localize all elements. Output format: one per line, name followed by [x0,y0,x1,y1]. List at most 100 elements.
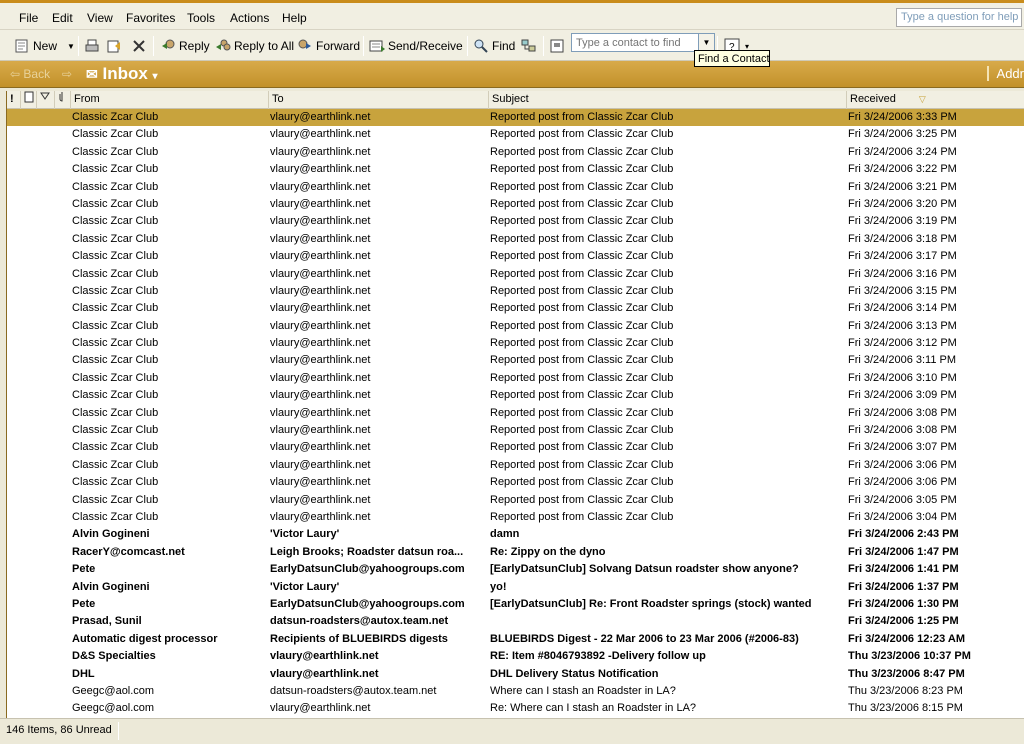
menu-tools[interactable]: Tools [187,11,215,25]
message-row[interactable]: DHL vlaury@earthlink.net DHL Delivery Stat… [7,666,1024,683]
message-row[interactable]: Classic Zcar Club vlaury@earthlink.net Rep… [7,439,1024,456]
message-subject: DHL Delivery Status Notification [490,667,659,680]
message-row[interactable]: Classic Zcar Club vlaury@earthlink.net Rep… [7,179,1024,196]
reply-all-label: Reply to All [234,39,295,53]
message-received: Fri 3/24/2006 3:13 PM [848,319,957,332]
received-column-header[interactable]: Received ▽ [847,91,1024,109]
message-row[interactable]: Prasad, Sunil datsun-roadsters@autox.team… [7,613,1024,630]
reply-button[interactable]: Reply [160,35,210,57]
icon-column-header[interactable] [21,91,37,109]
message-row[interactable]: Classic Zcar Club vlaury@earthlink.net Rep… [7,474,1024,491]
message-row[interactable]: Alvin Gogineni 'Victor Laury' yo! Fri 3/24/… [7,579,1024,596]
menu-help[interactable]: Help [282,11,307,25]
message-row[interactable]: Geegc@aol.com datsun-roadsters@autox.team… [7,683,1024,700]
message-row[interactable]: Automatic digest processor Recipients of … [7,631,1024,648]
forward-nav-button[interactable]: ⇨ [62,67,72,81]
message-row[interactable]: Classic Zcar Club vlaury@earthlink.net Rep… [7,300,1024,317]
back-button[interactable]: ⇦ Back [10,67,50,81]
message-row[interactable]: Classic Zcar Club vlaury@earthlink.net Rep… [7,352,1024,369]
importance-column-header[interactable]: ! [7,91,21,109]
forward-button[interactable]: Forward [297,35,360,57]
reply-label: Reply [179,39,210,53]
message-row[interactable]: Classic Zcar Club vlaury@earthlink.net Rep… [7,248,1024,265]
message-from: Geegc@aol.com [72,702,155,715]
message-row[interactable]: Classic Zcar Club vlaury@earthlink.net Rep… [7,266,1024,283]
attachment-column-header[interactable] [55,91,71,109]
message-row[interactable]: Classic Zcar Club vlaury@earthlink.net Rep… [7,161,1024,178]
message-subject: RE: Item #8046793892 -Delivery follow up [490,650,706,663]
message-row[interactable]: RacerY@comcast.net Leigh Brooks; Roadster… [7,544,1024,561]
message-row[interactable]: Classic Zcar Club vlaury@earthlink.net Rep… [7,318,1024,335]
from-column-header[interactable]: From [71,91,269,109]
message-to: vlaury@earthlink.net [270,180,371,193]
message-from: Alvin Gogineni [72,528,150,541]
message-from: Classic Zcar Club [72,371,159,384]
send-receive-icon [369,38,385,54]
send-receive-button[interactable]: Send/Receive [369,35,463,57]
delete-button[interactable] [131,35,150,57]
message-row[interactable]: Classic Zcar Club vlaury@earthlink.net Rep… [7,126,1024,143]
navigation-bar: ⇦ Back ⇨ ✉ Inbox ▾ Addr [0,61,1024,88]
message-row[interactable]: Classic Zcar Club vlaury@earthlink.net Rep… [7,213,1024,230]
message-row[interactable]: Classic Zcar Club vlaury@earthlink.net Rep… [7,283,1024,300]
menu-actions[interactable]: Actions [230,11,269,25]
send-receive-label: Send/Receive [388,39,463,53]
message-row[interactable]: Classic Zcar Club vlaury@earthlink.net Rep… [7,492,1024,509]
message-row[interactable]: Classic Zcar Club vlaury@earthlink.net Rep… [7,196,1024,213]
message-received: Fri 3/24/2006 3:08 PM [848,424,957,437]
message-received: Fri 3/24/2006 3:16 PM [848,267,957,280]
message-received: Fri 3/24/2006 1:47 PM [848,545,959,558]
message-row[interactable]: Pete EarlyDatsunClub@yahoogroups.com [Earl… [7,561,1024,578]
delete-icon [131,38,147,54]
message-row[interactable]: Geegc@aol.com vlaury@earthlink.net Re: Whe… [7,700,1024,717]
message-row[interactable]: Classic Zcar Club vlaury@earthlink.net Rep… [7,422,1024,439]
message-from: Classic Zcar Club [72,284,159,297]
message-row[interactable]: Classic Zcar Club vlaury@earthlink.net Rep… [7,370,1024,387]
message-row[interactable]: Classic Zcar Club vlaury@earthlink.net Rep… [7,335,1024,352]
message-row[interactable]: Classic Zcar Club vlaury@earthlink.net Rep… [7,144,1024,161]
message-row[interactable]: Classic Zcar Club vlaury@earthlink.net Rep… [7,457,1024,474]
message-row[interactable]: Pete EarlyDatsunClub@yahoogroups.com [Earl… [7,596,1024,613]
find-button[interactable]: Find [473,35,515,57]
organize-button[interactable] [521,35,540,57]
message-subject: Reported post from Classic Zcar Club [490,267,674,280]
menu-view[interactable]: View [87,11,113,25]
message-to: vlaury@earthlink.net [270,267,371,280]
chevron-down-icon[interactable]: ▼ [67,42,75,51]
column-header-row: ! From To Subject Received ▽ [7,91,1024,109]
flag-column-header[interactable] [37,91,55,109]
message-row[interactable]: Classic Zcar Club vlaury@earthlink.net Rep… [7,231,1024,248]
message-to: vlaury@earthlink.net [270,197,371,210]
message-row[interactable]: Classic Zcar Club vlaury@earthlink.net Rep… [7,387,1024,404]
message-row[interactable]: Classic Zcar Club vlaury@earthlink.net Rep… [7,405,1024,422]
message-subject: Reported post from Classic Zcar Club [490,510,674,523]
new-button[interactable]: New ▼ [14,35,75,57]
message-received: Fri 3/24/2006 3:24 PM [848,145,957,158]
to-column-header[interactable]: To [269,91,489,109]
address-book-button[interactable] [549,35,568,57]
chevron-down-icon[interactable]: ▼ [698,34,714,51]
reply-all-icon [215,38,231,54]
find-contact-input[interactable] [572,34,698,51]
message-from: Classic Zcar Club [72,215,159,228]
message-row[interactable]: Classic Zcar Club vlaury@earthlink.net Rep… [7,509,1024,526]
standard-toolbar: New ▼ Reply Reply to All Forward Send/Re… [0,30,1024,61]
message-to: vlaury@earthlink.net [270,458,371,471]
message-row[interactable]: Alvin Gogineni 'Victor Laury' damn Fri 3/24… [7,526,1024,543]
help-question-input[interactable]: Type a question for help [896,8,1022,27]
menu-file[interactable]: File [19,11,38,25]
message-subject: Reported post from Classic Zcar Club [490,250,674,263]
reply-all-button[interactable]: Reply to All [215,35,294,57]
folder-title[interactable]: ✉ Inbox ▾ [86,64,158,84]
message-row[interactable]: Classic Zcar Club vlaury@earthlink.net Rep… [7,109,1024,127]
message-row[interactable]: D&S Specialties vlaury@earthlink.net RE: I… [7,648,1024,665]
menu-favorites[interactable]: Favorites [126,11,175,25]
print-button[interactable] [84,35,103,57]
message-received: Fri 3/24/2006 1:41 PM [848,563,959,576]
menu-edit[interactable]: Edit [52,11,73,25]
subject-column-header[interactable]: Subject [489,91,847,109]
move-to-folder-button[interactable] [106,35,125,57]
tooltip: Find a Contact [694,50,770,67]
message-received: Thu 3/23/2006 8:15 PM [848,702,963,715]
forward-arrow-icon: ⇨ [62,67,73,81]
